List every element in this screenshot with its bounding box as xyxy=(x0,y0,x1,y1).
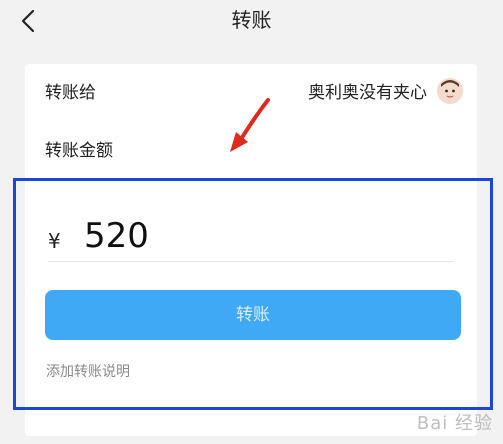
watermark: Bai 经验 xyxy=(416,413,493,434)
avatar xyxy=(437,78,463,104)
recipient-label: 转账给 xyxy=(45,83,96,103)
amount-field: ¥ xyxy=(48,210,453,262)
currency-symbol: ¥ xyxy=(48,229,61,253)
transfer-page: 转账 转账给 奥利奥没有夹心 转账金额 ¥ 转账 xyxy=(0,0,503,444)
transfer-button[interactable]: 转账 xyxy=(45,290,461,340)
amount-input[interactable] xyxy=(84,216,444,256)
annotation-arrow-icon xyxy=(230,98,270,152)
page-title: 转账 xyxy=(231,8,272,32)
top-nav-bar: 转账 xyxy=(0,0,503,44)
add-note-link[interactable]: 添加转账说明 xyxy=(46,362,130,382)
amount-label: 转账金额 xyxy=(45,141,113,161)
recipient-name: 奥利奥没有夹心 xyxy=(308,83,427,103)
avatar-face-icon xyxy=(437,78,463,104)
